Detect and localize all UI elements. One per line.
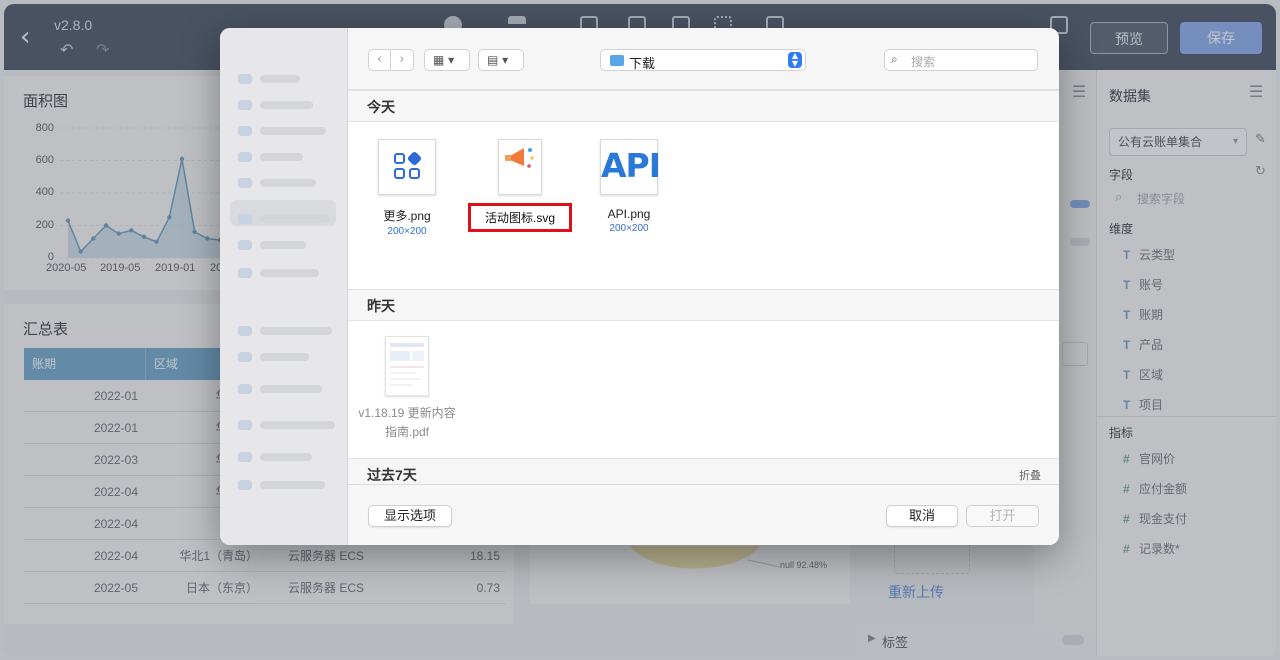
sidebar-item-icon xyxy=(238,480,252,490)
sidebar-item-blurred[interactable] xyxy=(260,353,309,361)
sidebar-item-icon xyxy=(238,326,252,336)
sidebar-item-blurred[interactable] xyxy=(260,101,313,109)
file-item-more-png[interactable]: 更多.png 200×200 xyxy=(352,139,462,237)
dialog-toolbar: ‹ › ▦ ▾ ▤ ▾ 下载 ▲ ▼ ⌕ 搜索 xyxy=(348,28,1059,90)
location-label: 下载 xyxy=(629,56,656,71)
sidebar-item-blurred[interactable] xyxy=(260,75,300,83)
nav-back-forward: ‹ › xyxy=(368,49,414,71)
sidebar-item-icon xyxy=(238,178,252,188)
group-title: 过去7天 xyxy=(367,467,417,483)
file-dimensions: 200×200 xyxy=(609,223,649,234)
sidebar-item-blurred[interactable] xyxy=(260,241,306,249)
file-thumbnail xyxy=(385,336,429,396)
dialog-footer: 显示选项 取消 打开 xyxy=(348,484,1059,545)
file-name-line1: v1.18.19 更新内容 xyxy=(358,406,456,420)
sidebar-item-blurred[interactable] xyxy=(260,215,329,223)
sidebar-item-icon xyxy=(238,384,252,394)
file-thumbnail xyxy=(498,139,542,195)
cancel-button[interactable]: 取消 xyxy=(886,505,958,527)
sidebar-item-blurred[interactable] xyxy=(260,453,312,461)
file-open-dialog: ‹ › ▦ ▾ ▤ ▾ 下载 ▲ ▼ ⌕ 搜索 今天 更多.png 200×20… xyxy=(220,28,1059,545)
forward-arrow-icon[interactable]: › xyxy=(391,50,413,70)
open-button[interactable]: 打开 xyxy=(966,505,1039,527)
search-input[interactable]: ⌕ 搜索 xyxy=(884,49,1038,71)
api-logo: API xyxy=(601,146,661,185)
search-placeholder: 搜索 xyxy=(911,55,936,69)
sidebar-item-blurred[interactable] xyxy=(260,421,335,429)
file-thumbnail xyxy=(378,139,436,195)
file-name: 更多.png xyxy=(383,209,431,223)
collapse-link[interactable]: 折叠 xyxy=(1019,467,1041,483)
sidebar-item-blurred[interactable] xyxy=(260,385,322,393)
sidebar-item-blurred[interactable] xyxy=(260,327,332,335)
group-header-yesterday: 昨天 xyxy=(348,289,1059,321)
file-dimensions: 200×200 xyxy=(387,226,427,237)
sidebar-item-icon xyxy=(238,352,252,362)
sidebar-item-icon xyxy=(238,240,252,250)
megaphone-icon xyxy=(505,148,534,168)
group-title: 今天 xyxy=(367,99,395,115)
file-name-line2: 指南.pdf xyxy=(384,425,430,439)
group-header-past7: 过去7天 折叠 xyxy=(348,458,1059,484)
file-item-api-png[interactable]: API API.png 200×200 xyxy=(574,139,684,234)
group-title: 昨天 xyxy=(367,298,395,314)
file-item-activity-svg[interactable]: 活动图标.svg xyxy=(464,139,576,232)
sidebar-item-blurred[interactable] xyxy=(260,481,325,489)
sidebar-item-blurred[interactable] xyxy=(260,153,303,161)
sidebar-item-icon xyxy=(238,268,252,278)
sidebar-item-icon xyxy=(238,420,252,430)
grid-icon xyxy=(394,150,423,181)
document-preview-icon xyxy=(390,343,424,386)
group-header-today: 今天 xyxy=(348,90,1059,122)
dialog-sidebar[interactable] xyxy=(220,28,348,545)
sidebar-item-icon xyxy=(238,100,252,110)
sidebar-item-icon xyxy=(238,74,252,84)
file-name: API.png xyxy=(607,207,651,221)
file-browser: 今天 更多.png 200×200 活动图标.svg API API.png 2… xyxy=(348,90,1059,484)
sidebar-item-icon xyxy=(238,126,252,136)
location-select[interactable]: 下载 ▲ ▼ xyxy=(600,49,806,71)
icon-view-button[interactable]: ▦ ▾ xyxy=(424,49,470,71)
group-view-button[interactable]: ▤ ▾ xyxy=(478,49,524,71)
back-arrow-icon[interactable]: ‹ xyxy=(369,50,391,70)
folder-icon xyxy=(610,55,624,66)
sidebar-item-blurred[interactable] xyxy=(260,269,319,277)
show-options-button[interactable]: 显示选项 xyxy=(368,505,452,527)
sidebar-item-icon xyxy=(238,452,252,462)
file-item-guide-pdf[interactable]: v1.18.19 更新内容 指南.pdf xyxy=(348,336,466,440)
location-stepper-icon: ▲ ▼ xyxy=(788,52,802,68)
sidebar-item-icon xyxy=(238,214,252,224)
search-icon: ⌕ xyxy=(891,52,898,66)
sidebar-item-blurred[interactable] xyxy=(260,179,316,187)
sidebar-item-blurred[interactable] xyxy=(260,127,326,135)
file-thumbnail: API xyxy=(600,139,661,195)
sidebar-item-icon xyxy=(238,152,252,162)
file-name: 活动图标.svg xyxy=(467,203,572,232)
